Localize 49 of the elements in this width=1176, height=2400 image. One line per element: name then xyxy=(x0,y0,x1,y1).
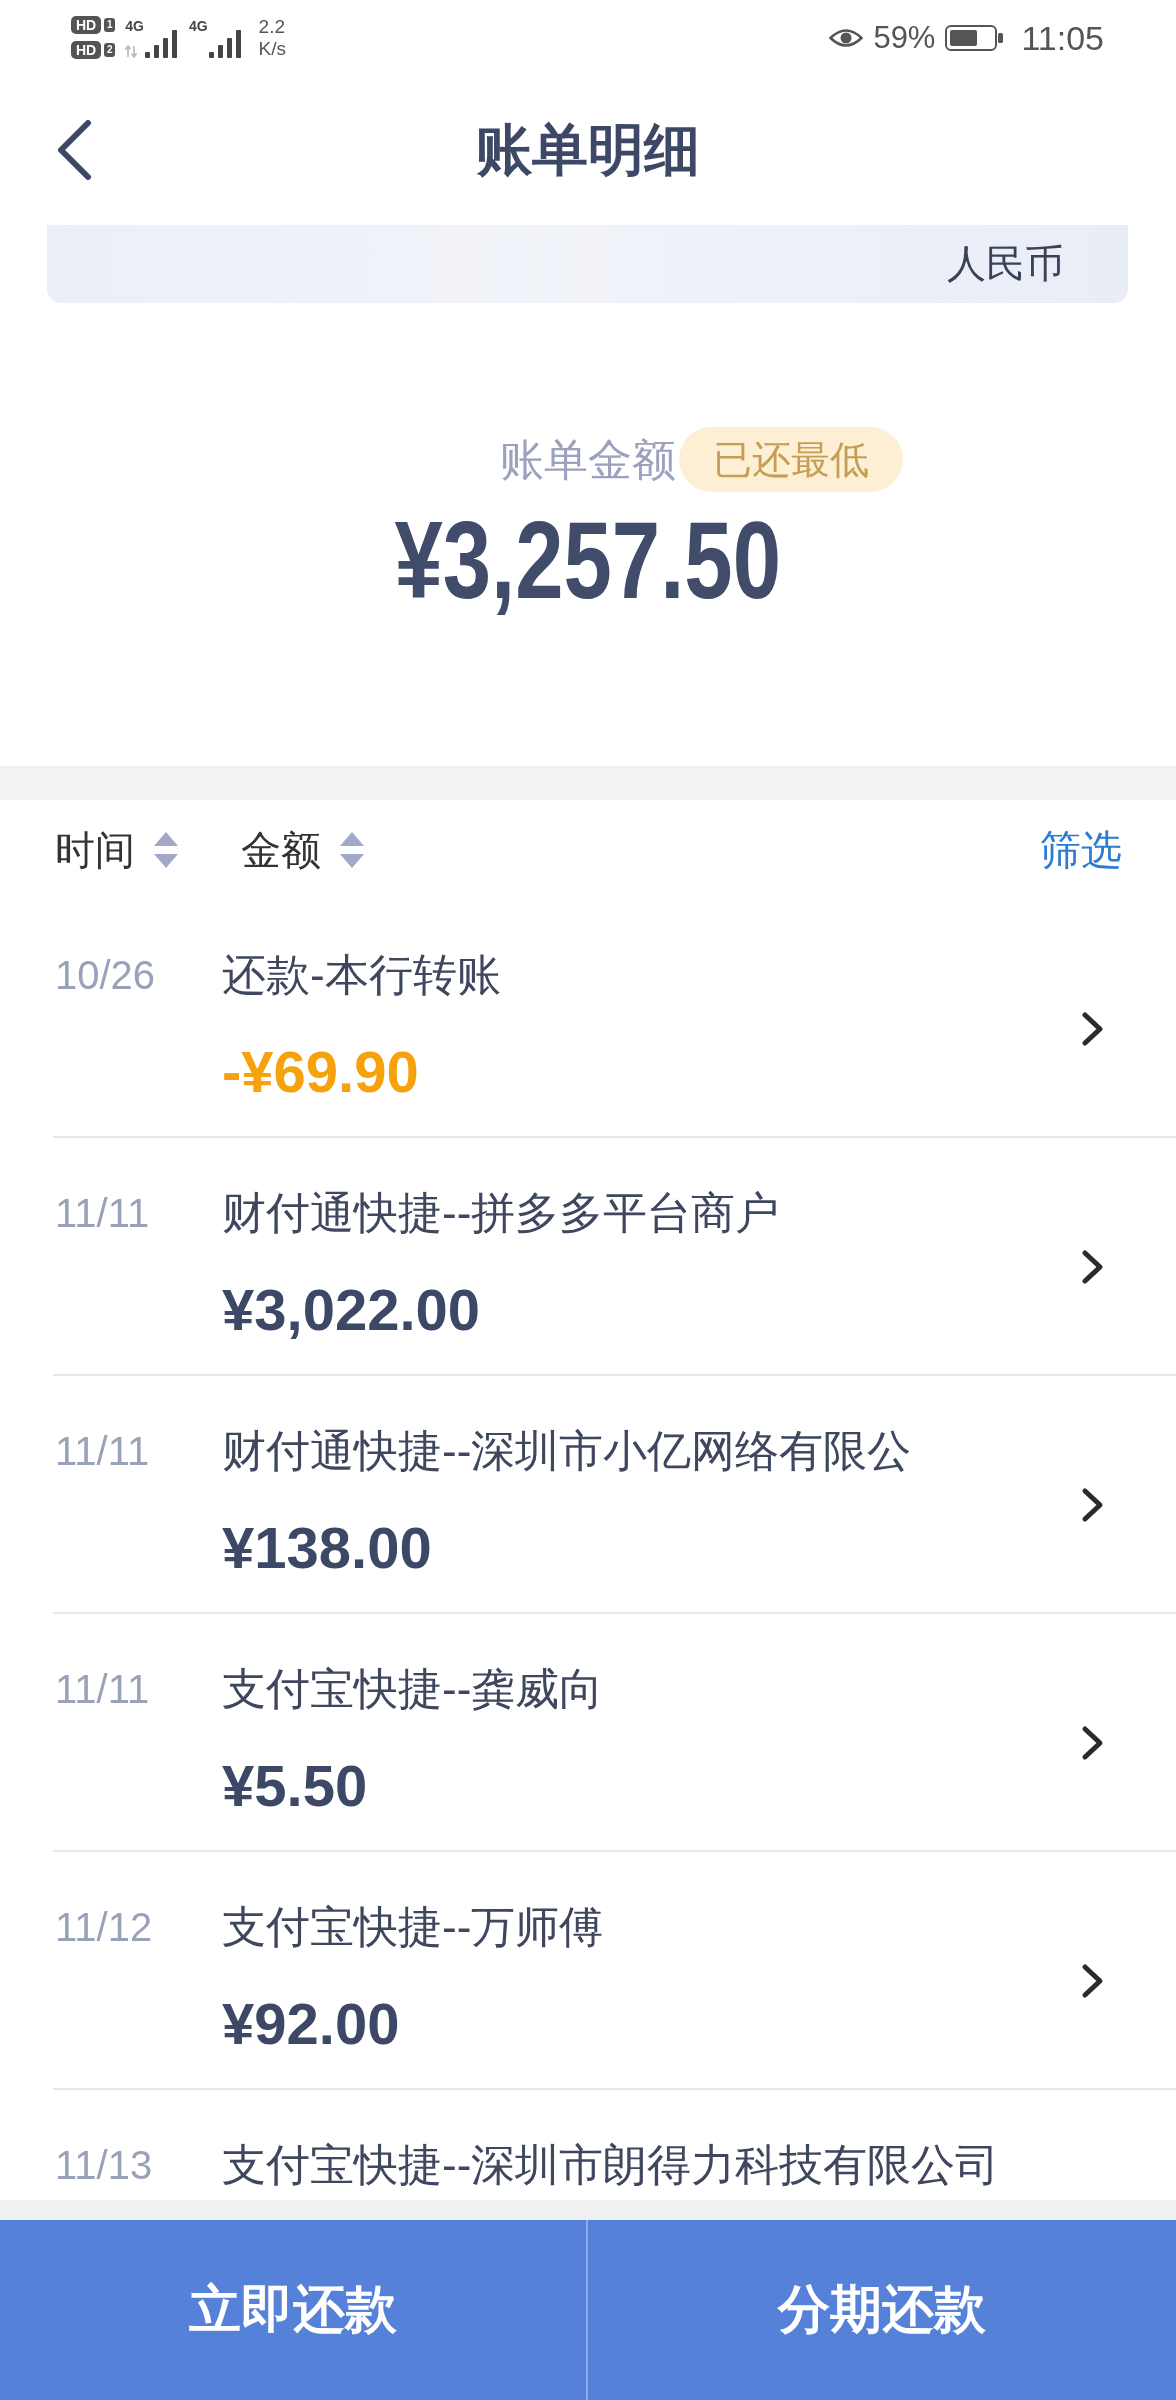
back-button[interactable] xyxy=(56,119,92,181)
sort-button[interactable]: 时间 xyxy=(55,825,179,875)
bill-amount-label: 账单金额 xyxy=(500,433,676,486)
sort-icon xyxy=(339,830,365,870)
transaction-amount: ¥3,022.00 xyxy=(222,1276,481,1344)
transaction-date: 11/11 xyxy=(55,1666,150,1713)
speed-unit: K/s xyxy=(258,37,287,60)
transaction-date: 11/13 xyxy=(55,2142,153,2189)
transaction-date: 10/26 xyxy=(55,952,156,999)
chevron-right-icon xyxy=(1081,1248,1105,1285)
payment-status-tag: 已还最低 xyxy=(679,427,903,492)
sort-icon xyxy=(153,830,179,870)
transaction-amount: -¥69.90 xyxy=(222,1038,419,1106)
back-chevron-icon xyxy=(56,119,92,181)
clock-time: 11:05 xyxy=(1021,17,1104,58)
currency-label: 人民币 xyxy=(947,241,1064,287)
signal-icon xyxy=(208,29,243,58)
network-speed: 2.2 xyxy=(258,15,287,38)
transaction-date: 11/11 xyxy=(55,1190,150,1237)
transaction-title[interactable]: 还款-本行转账 xyxy=(222,950,501,1000)
transaction-amount: ¥5.50 xyxy=(222,1752,368,1820)
chevron-right-icon xyxy=(1081,1724,1105,1761)
action-button[interactable]: 分期还款 xyxy=(588,2220,1176,2400)
sim-slot-number: 2 xyxy=(104,43,116,57)
battery-icon xyxy=(945,24,1004,51)
chevron-right-icon xyxy=(1081,1962,1105,1999)
filter-link[interactable]: 筛选 xyxy=(1040,825,1122,875)
transaction-title[interactable]: 支付宝快捷--深圳市朗得力科技有限公司 xyxy=(222,2140,1000,2190)
hd-indicator: HD xyxy=(71,41,102,59)
sort-button[interactable]: 金额 xyxy=(241,825,365,875)
transaction-title[interactable]: 支付宝快捷--万师傅 xyxy=(222,1902,604,1952)
battery-percent: 59% xyxy=(873,19,936,56)
signal-icon xyxy=(144,29,179,58)
transaction-date: 11/11 xyxy=(55,1428,150,1475)
page-title: 账单明细 xyxy=(476,117,700,183)
chevron-right-icon xyxy=(1081,1010,1105,1047)
sim-slot-number: 1 xyxy=(104,18,116,32)
bill-amount: ¥3,257.50 xyxy=(394,505,782,615)
network-type: 4G xyxy=(188,17,208,34)
chevron-right-icon xyxy=(1081,1486,1105,1523)
action-button[interactable]: 立即还款 xyxy=(0,2220,588,2400)
transaction-title[interactable]: 支付宝快捷--龚威向 xyxy=(222,1664,604,1714)
transaction-title[interactable]: 财付通快捷--拼多多平台商户 xyxy=(222,1188,780,1238)
transaction-date: 11/12 xyxy=(55,1904,153,1951)
network-type: 4G xyxy=(125,17,144,34)
transaction-amount: ¥92.00 xyxy=(222,1990,400,2058)
transaction-amount: ¥138.00 xyxy=(222,1514,432,1582)
transaction-title[interactable]: 财付通快捷--深圳市小亿网络有限公 xyxy=(222,1426,912,1476)
hd-indicator: HD xyxy=(71,16,102,34)
